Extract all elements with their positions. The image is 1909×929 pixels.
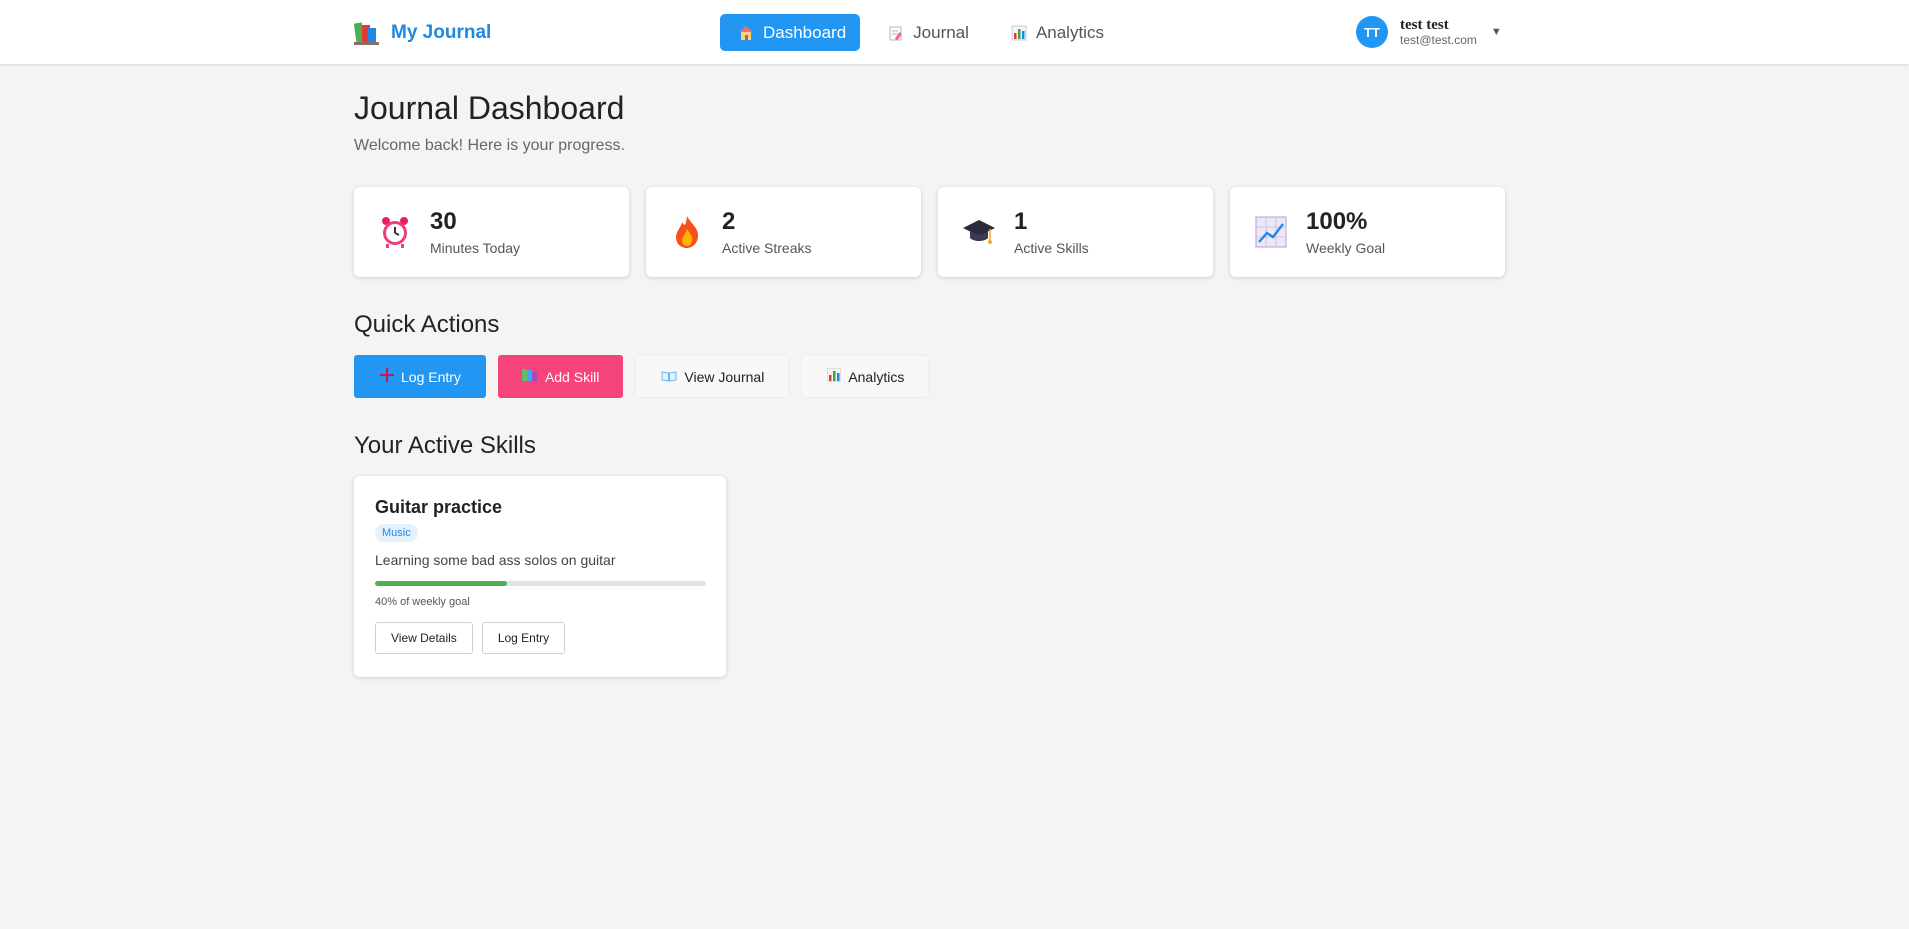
skill-name: Guitar practice — [375, 497, 503, 517]
stat-value: 100% — [1306, 208, 1368, 235]
page-subtitle: Welcome back! Here is your progress. — [354, 137, 625, 154]
chevron-down-icon[interactable]: ▼ — [1491, 26, 1502, 38]
view-details-button[interactable]: View Details — [375, 622, 473, 654]
nav-analytics[interactable]: Analytics — [993, 14, 1118, 51]
bar-chart-icon — [1011, 25, 1027, 41]
stat-label: Active Streaks — [722, 240, 812, 256]
books-icon — [521, 368, 538, 385]
books-icon — [354, 20, 380, 46]
house-icon — [738, 25, 754, 41]
top-navbar: My Journal Dashboard Journal Analytics T… — [0, 0, 1909, 64]
dashboard-main: Journal Dashboard Welcome back! Here is … — [354, 90, 1506, 677]
stat-label: Weekly Goal — [1306, 240, 1386, 256]
main-nav: Dashboard Journal Analytics — [720, 14, 1118, 51]
add-skill-label: Add Skill — [544, 368, 600, 385]
open-book-icon — [661, 369, 677, 385]
user-email: test@test.com — [1400, 33, 1477, 48]
add-skill-button[interactable]: Add Skill — [497, 355, 624, 398]
bar-chart-icon — [826, 367, 842, 385]
user-name: test test — [1400, 16, 1449, 33]
analytics-button[interactable]: Analytics — [801, 355, 930, 398]
skill-card[interactable]: Guitar practice Music Learning some bad … — [354, 476, 726, 677]
stat-value: 1 — [1014, 208, 1028, 235]
skill-actions: View Details Log Entry — [375, 622, 706, 654]
log-entry-label: Log Entry — [401, 368, 461, 385]
fire-icon — [670, 215, 704, 249]
stat-label: Minutes Today — [430, 240, 521, 256]
analytics-label: Analytics — [848, 368, 905, 385]
user-info: test test test@test.com — [1400, 17, 1477, 48]
active-skills-title: Your Active Skills — [354, 432, 536, 459]
stat-card-streaks: 2 Active Streaks — [646, 187, 921, 277]
stats-row: 30 Minutes Today 2 Active Streaks 1 Acti… — [354, 187, 1506, 277]
nav-analytics-label: Analytics — [1035, 22, 1104, 42]
brand-name: My Journal — [391, 22, 492, 43]
avatar: TT — [1356, 16, 1388, 48]
user-menu[interactable]: TT test test test@test.com ▼ — [1356, 16, 1502, 48]
skill-progress-fill — [375, 581, 508, 586]
stat-card-minutes: 30 Minutes Today — [354, 187, 629, 277]
skill-log-entry-button[interactable]: Log Entry — [481, 622, 566, 654]
alarm-clock-icon — [378, 215, 412, 249]
stat-label: Active Skills — [1014, 240, 1089, 256]
log-entry-button[interactable]: Log Entry — [354, 355, 486, 398]
quick-actions-title: Quick Actions — [354, 311, 500, 338]
trend-chart-icon — [1254, 215, 1288, 249]
graduation-cap-icon — [962, 215, 996, 249]
memo-icon — [888, 25, 904, 41]
brand-logo[interactable]: My Journal — [354, 20, 491, 46]
stat-card-skills: 1 Active Skills — [938, 187, 1213, 277]
page-title: Journal Dashboard — [354, 90, 625, 126]
nav-journal[interactable]: Journal — [870, 14, 983, 51]
nav-dashboard[interactable]: Dashboard — [720, 14, 861, 51]
skill-progress-text: 40% of weekly goal — [375, 596, 470, 608]
skill-category-badge: Music — [375, 524, 418, 542]
plus-icon — [380, 368, 394, 385]
stat-value: 2 — [722, 208, 736, 235]
nav-dashboard-label: Dashboard — [763, 22, 847, 42]
stat-card-goal: 100% Weekly Goal — [1230, 187, 1505, 277]
view-journal-label: View Journal — [684, 368, 765, 385]
nav-journal-label: Journal — [913, 22, 969, 42]
skill-progress-bar — [375, 581, 706, 586]
skill-description: Learning some bad ass solos on guitar — [375, 552, 616, 568]
view-journal-button[interactable]: View Journal — [635, 355, 790, 398]
quick-actions: Log Entry Add Skill View Journal Analyti… — [354, 355, 1506, 398]
stat-value: 30 — [430, 208, 457, 235]
